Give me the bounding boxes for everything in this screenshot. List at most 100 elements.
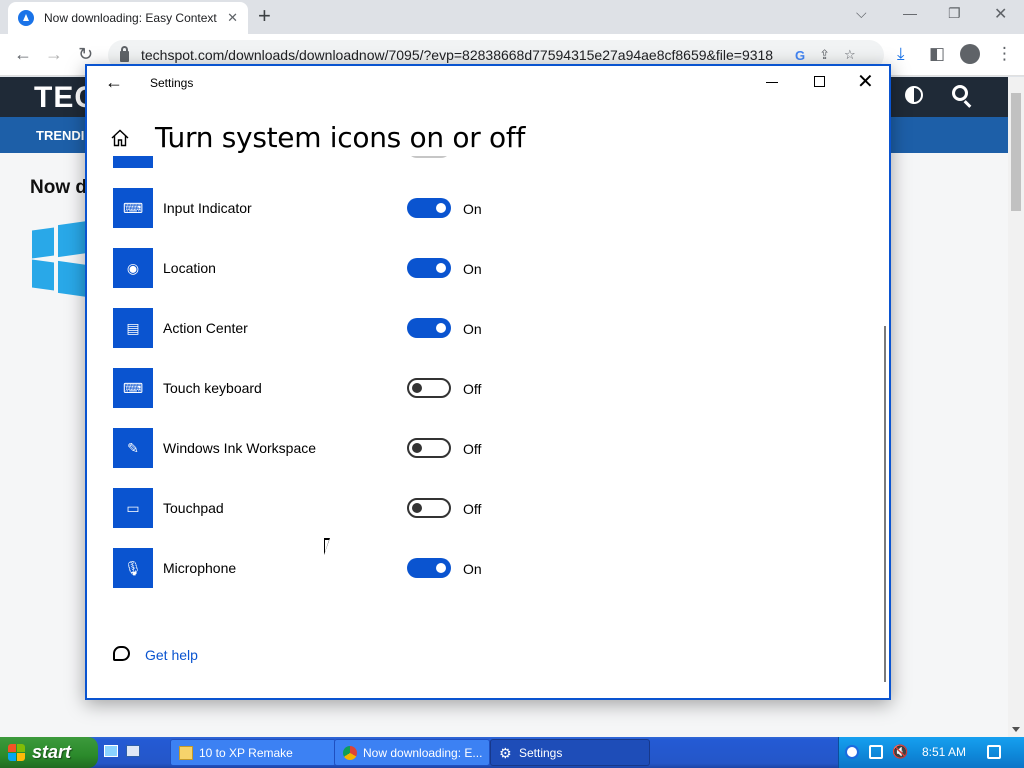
toggle-switch[interactable] [407, 378, 451, 398]
scroll-down-icon[interactable] [1012, 727, 1020, 732]
site-search-icon[interactable] [952, 85, 968, 101]
action-center-icon: ▤ [113, 308, 153, 348]
setting-row-location: ◉ Location On [113, 248, 713, 288]
reload-icon[interactable]: ↻ [78, 44, 93, 65]
tray-arrow-icon[interactable] [845, 745, 859, 759]
toggle-switch [407, 156, 451, 158]
touchpad-icon: ▭ [113, 488, 153, 528]
settings-close-button[interactable]: ✕ [857, 69, 874, 94]
tab-title: Now downloading: Easy Context [44, 11, 217, 25]
google-icon[interactable]: G [795, 48, 805, 63]
toggle-switch[interactable] [407, 558, 451, 578]
setting-row-power: ⏻PowerOn [113, 156, 713, 168]
browser-tab[interactable]: Now downloading: Easy Context ✕ [8, 2, 248, 34]
setting-row-touch-keyboard: ⌨ Touch keyboard Off [113, 368, 713, 408]
toggle-switch[interactable] [407, 198, 451, 218]
taskbar-button-label: 10 to XP Remake [199, 745, 293, 760]
mouse-cursor-icon [324, 538, 330, 555]
forward-icon[interactable]: → [45, 44, 63, 65]
notification-icon[interactable] [987, 745, 1001, 759]
menu-icon[interactable]: ⋮ [996, 44, 1013, 64]
page-heading: Now d [30, 177, 87, 198]
setting-label: Action Center [163, 320, 248, 336]
tab-search-icon[interactable]: ⌵ [856, 5, 867, 22]
toggle-switch[interactable] [407, 438, 451, 458]
side-panel-icon[interactable]: ◧ [929, 44, 945, 64]
contrast-icon[interactable] [905, 86, 923, 104]
share-icon[interactable]: ⇪ [819, 47, 830, 63]
microphone-icon: 🎙 [113, 548, 153, 588]
setting-label: Location [163, 260, 216, 276]
setting-label: Input Indicator [163, 200, 252, 216]
toggle-state-label: Off [463, 381, 482, 397]
keyboard-icon: ⌨ [113, 188, 153, 228]
toggle-state-label: Off [463, 441, 482, 457]
start-button[interactable]: start [0, 737, 98, 768]
toggle-switch[interactable] [407, 318, 451, 338]
clock[interactable]: 8:51 AM [922, 745, 966, 759]
setting-label: Touchpad [163, 500, 224, 516]
setting-row-windows-ink-workspace: ✎ Windows Ink Workspace Off [113, 428, 713, 468]
taskbar: start 10 to XP Remake Now downloading: E… [0, 737, 1024, 768]
toggle-state-label: On [463, 321, 482, 337]
windows-flag-icon [8, 743, 26, 762]
settings-window-title: Settings [150, 76, 194, 90]
new-tab-button[interactable]: + [258, 5, 271, 27]
taskbar-button-folder[interactable]: 10 to XP Remake [170, 739, 336, 766]
setting-row-input-indicator: ⌨ Input Indicator On [113, 188, 713, 228]
setting-label: Microphone [163, 560, 237, 576]
toggle-state-label: On [463, 156, 482, 157]
nav-trending[interactable]: TRENDI [36, 128, 84, 143]
chrome-icon [343, 745, 357, 760]
windows-logo-icon [32, 220, 88, 298]
settings-scrollbar[interactable] [884, 326, 886, 682]
get-help-label[interactable]: Get help [145, 647, 198, 663]
setting-label: Windows Ink Workspace [163, 440, 317, 456]
bookmark-star-icon[interactable]: ☆ [844, 47, 856, 63]
start-label: start [32, 742, 72, 762]
system-tray: 🔇 8:51 AM [838, 737, 1024, 768]
setting-row-microphone: 🎙 Microphone On [113, 548, 713, 588]
settings-maximize-button[interactable] [814, 76, 825, 87]
page-scrollbar[interactable] [1008, 77, 1024, 737]
toggle-state-label: Off [463, 501, 482, 517]
toggle-state-label: On [463, 561, 482, 577]
browser-minimize-button[interactable]: — [903, 5, 917, 21]
settings-titlebar: ← Settings ✕ [87, 66, 889, 100]
browser-restore-button[interactable]: ❐ [948, 5, 961, 22]
back-icon[interactable]: ← [14, 44, 32, 65]
settings-back-icon[interactable]: ← [105, 72, 123, 93]
toggle-switch[interactable] [407, 258, 451, 278]
url-text[interactable]: techspot.com/downloads/downloadnow/7095/… [141, 47, 781, 63]
taskbar-button-label: Settings [519, 745, 563, 760]
network-icon[interactable] [869, 745, 883, 759]
taskbar-button-chrome[interactable]: Now downloading: E... [334, 739, 490, 766]
download-icon[interactable]: ⤓ [897, 44, 905, 64]
location-icon: ◉ [113, 248, 153, 288]
browser-close-button[interactable]: ✕ [994, 4, 1007, 24]
volume-muted-icon[interactable]: 🔇 [892, 745, 908, 759]
settings-minimize-button[interactable] [766, 82, 778, 83]
help-chat-icon [113, 646, 130, 661]
lock-icon[interactable] [120, 46, 129, 62]
profile-avatar[interactable] [960, 44, 980, 64]
show-desktop-icon[interactable] [104, 745, 118, 757]
get-help-link[interactable]: Get help [113, 644, 313, 666]
touch-keyboard-icon: ⌨ [113, 368, 153, 408]
settings-heading: Turn system icons on or off [155, 121, 525, 154]
techspot-favicon-icon [18, 10, 34, 26]
settings-window: ← Settings ✕ Turn system icons on or off… [85, 64, 891, 700]
quick-launch-window-icon[interactable] [126, 745, 140, 757]
folder-icon [179, 745, 193, 760]
browser-tabstrip: Now downloading: Easy Context ✕ + ⌵ — ❐ … [0, 0, 1024, 34]
gear-icon: ⚙ [499, 744, 512, 761]
setting-row-touchpad: ▭ Touchpad Off [113, 488, 713, 528]
tab-close-icon[interactable]: ✕ [227, 10, 238, 26]
taskbar-button-settings[interactable]: ⚙ Settings [490, 739, 650, 766]
pen-icon: ✎ [113, 428, 153, 468]
toggle-switch[interactable] [407, 498, 451, 518]
page-scrollbar-thumb[interactable] [1011, 93, 1021, 211]
system-icons-list: ⏻PowerOn ⌨ Input Indicator On ◉ Location On ▤ Ac… [87, 156, 881, 696]
setting-row-action-center: ▤ Action Center On [113, 308, 713, 348]
home-icon[interactable] [111, 129, 129, 147]
